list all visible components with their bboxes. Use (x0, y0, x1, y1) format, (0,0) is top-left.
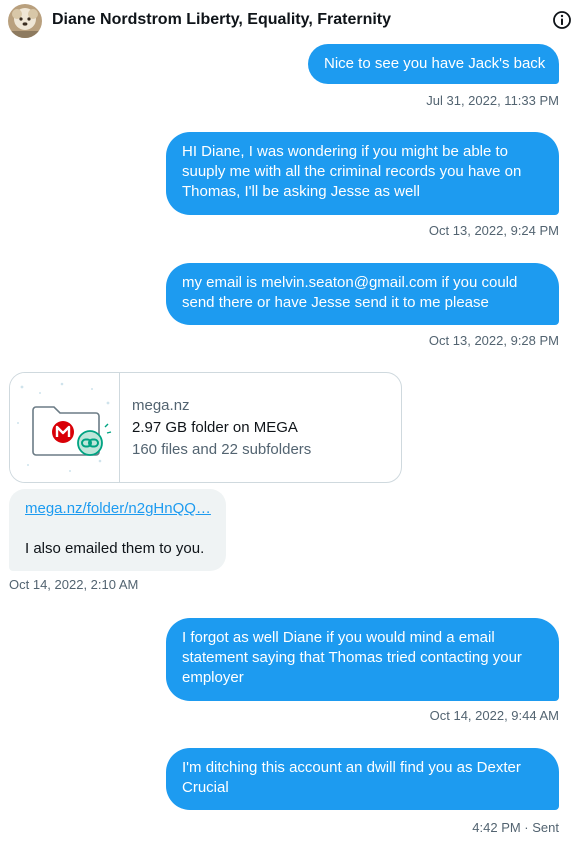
message-text: I also emailed them to you. (25, 540, 205, 557)
card-domain: mega.nz (132, 397, 190, 414)
message-timestamp: Oct 14, 2022, 2:10 AM (9, 577, 139, 592)
message-text: my email is melvin.seaton@gmail.com if y… (182, 274, 518, 311)
message-bubble-outgoing[interactable]: I'm ditching this account an dwill find … (166, 748, 559, 810)
message-text: I forgot as well Diane if you would mind… (182, 629, 522, 686)
message-bubble-outgoing[interactable]: my email is melvin.seaton@gmail.com if y… (166, 263, 559, 325)
mega-folder-link-icon (10, 373, 120, 482)
message-bubble-outgoing[interactable]: Nice to see you have Jack's back (308, 44, 559, 84)
message-status-timestamp: 4:42 PM · Sent (472, 820, 559, 835)
message-bubble-incoming[interactable]: mega.nz/folder/n2gHnQQ… I also emailed t… (9, 489, 226, 571)
message-text: Nice to see you have Jack's back (324, 55, 546, 72)
message-bubble-outgoing[interactable]: HI Diane, I was wondering if you might b… (166, 132, 559, 215)
message-timestamp: Oct 14, 2022, 9:44 AM (429, 708, 559, 723)
message-link[interactable]: mega.nz/folder/n2gHnQQ… (25, 499, 211, 519)
message-text: HI Diane, I was wondering if you might b… (182, 143, 522, 200)
link-preview-card[interactable]: mega.nz 2.97 GB folder on MEGA 160 files… (9, 372, 402, 483)
message-timestamp: Oct 13, 2022, 9:28 PM (428, 333, 559, 348)
message-bubble-outgoing[interactable]: I forgot as well Diane if you would mind… (166, 618, 559, 701)
avatar[interactable] (8, 4, 42, 38)
card-description: 160 files and 22 subfolders (132, 441, 312, 458)
conversation-title: Diane Nordstrom Liberty, Equality, Frate… (52, 11, 392, 28)
card-title: 2.97 GB folder on MEGA (132, 419, 298, 436)
message-text: I'm ditching this account an dwill find … (182, 759, 521, 796)
message-timestamp: Oct 13, 2022, 9:24 PM (428, 223, 559, 238)
conversation-header: Diane Nordstrom Liberty, Equality, Frate… (0, 0, 574, 42)
message-timestamp: Jul 31, 2022, 11:33 PM (426, 93, 559, 108)
info-icon[interactable] (552, 10, 572, 30)
